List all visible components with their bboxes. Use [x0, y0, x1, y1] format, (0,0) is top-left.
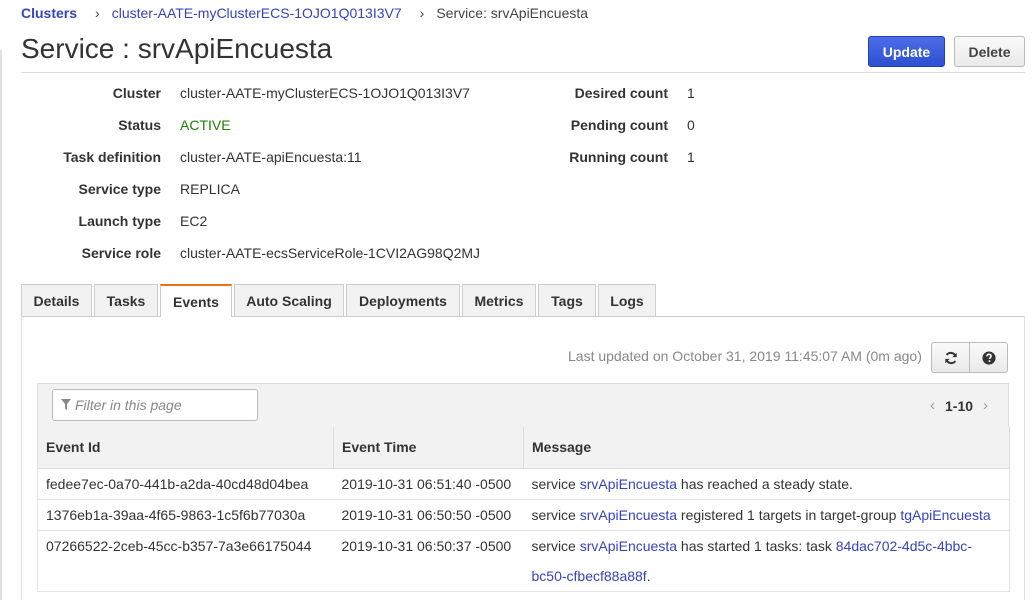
- service-role-label: Service role: [81, 245, 161, 261]
- tab-bar: Details Tasks Events Auto Scaling Deploy…: [21, 284, 658, 317]
- last-updated-text: Last updated on October 31, 2019 11:45:0…: [568, 348, 922, 364]
- message-text: service: [531, 475, 580, 492]
- delete-button[interactable]: Delete: [954, 36, 1025, 67]
- launch-type-label: Launch type: [78, 213, 161, 229]
- status-value: ACTIVE: [180, 117, 231, 133]
- message-text: registered 1 targets in target-group: [677, 506, 901, 523]
- pending-count-value: 0: [687, 117, 695, 133]
- tab-tags[interactable]: Tags: [538, 284, 596, 316]
- message-text: .: [646, 567, 651, 584]
- event-id-cell: 07266522-2ceb-45cc-b357-7a3e66175044: [37, 530, 334, 592]
- desired-count-value: 1: [687, 85, 695, 101]
- refresh-button[interactable]: [931, 342, 970, 373]
- update-button[interactable]: Update: [868, 36, 945, 67]
- message-text: has reached a steady state.: [677, 475, 853, 492]
- message-cell: service srvApiEncuesta has reached a ste…: [523, 468, 1010, 500]
- column-header-event-time[interactable]: Event Time: [333, 427, 524, 469]
- pending-count-label: Pending count: [570, 117, 668, 133]
- events-table: Event Id Event Time Message fedee7ec-0a7…: [37, 427, 1010, 592]
- cluster-link[interactable]: cluster-AATE-myClusterECS-1OJO1Q013I3V7: [180, 85, 470, 101]
- event-id-cell: fedee7ec-0a70-441b-a2da-40cd48d04bea: [37, 468, 334, 500]
- table-row: 07266522-2ceb-45cc-b357-7a3e66175044 201…: [37, 530, 1010, 592]
- column-header-event-id[interactable]: Event Id: [37, 427, 334, 469]
- chevron-right-icon: ›: [419, 5, 425, 21]
- service-link[interactable]: srvApiEncuesta: [580, 476, 677, 492]
- service-link[interactable]: srvApiEncuesta: [580, 538, 677, 554]
- launch-type-value: EC2: [180, 213, 208, 229]
- status-label: Status: [118, 117, 161, 133]
- event-time-cell: 2019-10-31 06:51:40 -0500: [333, 468, 524, 500]
- event-time-cell: 2019-10-31 06:50:37 -0500: [333, 530, 524, 592]
- running-count-value: 1: [687, 149, 695, 165]
- event-time-cell: 2019-10-31 06:50:50 -0500: [333, 499, 524, 531]
- previous-page-icon[interactable]: ‹: [930, 397, 935, 414]
- message-text: has started 1 tasks: task: [677, 537, 836, 554]
- breadcrumb-clusters-link[interactable]: Clusters: [21, 5, 77, 21]
- table-row: 1376eb1a-39aa-4f65-9863-1c5f6b77030a 201…: [37, 499, 1010, 531]
- next-page-icon[interactable]: ›: [983, 397, 988, 414]
- pager-range: 1-10: [945, 397, 974, 414]
- service-link[interactable]: srvApiEncuesta: [580, 507, 677, 523]
- breadcrumb-current: Service: srvApiEncuesta: [436, 5, 589, 21]
- help-icon: [981, 350, 996, 365]
- refresh-icon: [944, 351, 957, 364]
- event-id-cell: 1376eb1a-39aa-4f65-9863-1c5f6b77030a: [37, 499, 334, 531]
- tab-tasks[interactable]: Tasks: [94, 284, 158, 316]
- left-border: [0, 50, 2, 600]
- page-title: Service : srvApiEncuesta: [21, 33, 333, 64]
- chevron-right-icon: ›: [95, 5, 100, 21]
- message-text: service: [531, 537, 580, 554]
- service-role-value: cluster-AATE-ecsServiceRole-1CVI2AG98Q2M…: [180, 245, 481, 261]
- message-cell: service srvApiEncuesta has started 1 tas…: [523, 530, 1010, 592]
- message-text: service: [531, 506, 580, 523]
- service-summary: Cluster cluster-AATE-myClusterECS-1OJO1Q…: [21, 73, 1025, 273]
- running-count-label: Running count: [569, 149, 668, 165]
- tab-details[interactable]: Details: [21, 284, 92, 316]
- pagination: ‹ 1-10 ›: [930, 397, 988, 414]
- desired-count-label: Desired count: [574, 85, 668, 101]
- filter-input[interactable]: Filter in this page: [52, 389, 258, 421]
- task-definition-label: Task definition: [63, 149, 161, 165]
- service-type-label: Service type: [78, 181, 162, 197]
- tab-auto-scaling[interactable]: Auto Scaling: [234, 284, 344, 316]
- filter-icon: [61, 399, 71, 410]
- breadcrumb-cluster-link[interactable]: cluster-AATE-myClusterECS-1OJO1Q013I3V7: [112, 5, 402, 21]
- breadcrumb: Clusters › cluster-AATE-myClusterECS-1OJ…: [21, 4, 588, 22]
- task-definition-link[interactable]: cluster-AATE-apiEncuesta:11: [180, 149, 362, 165]
- tab-metrics[interactable]: Metrics: [462, 284, 536, 316]
- table-header-row: Event Id Event Time Message: [37, 427, 1010, 469]
- message-cell: service srvApiEncuesta registered 1 targ…: [523, 499, 1010, 531]
- tab-deployments[interactable]: Deployments: [346, 284, 460, 316]
- table-row: fedee7ec-0a70-441b-a2da-40cd48d04bea 201…: [37, 468, 1010, 500]
- cluster-label: Cluster: [112, 85, 161, 101]
- target-group-link[interactable]: tgApiEncuesta: [900, 507, 990, 523]
- tab-events[interactable]: Events: [160, 284, 232, 317]
- service-type-value: REPLICA: [180, 181, 240, 197]
- help-button[interactable]: [969, 342, 1008, 373]
- tab-logs[interactable]: Logs: [598, 284, 656, 316]
- column-header-message[interactable]: Message: [523, 427, 1010, 469]
